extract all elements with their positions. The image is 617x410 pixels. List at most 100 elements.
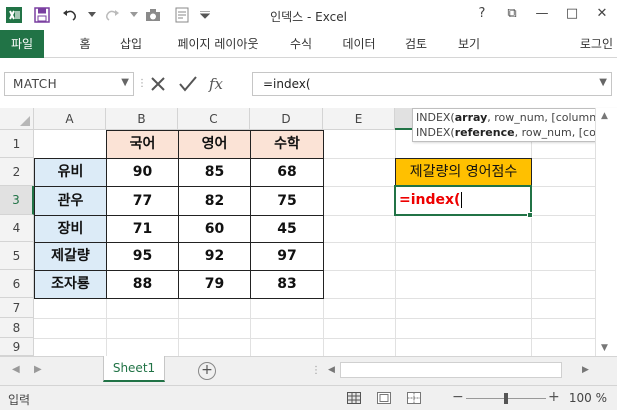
row-header-2[interactable]: 2 xyxy=(0,158,34,186)
column-header-d[interactable]: D xyxy=(250,108,323,130)
chevron-down-icon[interactable]: ▼ xyxy=(121,77,129,88)
row-header-5[interactable]: 5 xyxy=(0,242,34,270)
form-icon[interactable] xyxy=(172,5,192,25)
maximize-button[interactable]: □ xyxy=(557,0,587,26)
tooltip-line-reference[interactable]: INDEX(reference, row_num, [column_num xyxy=(416,125,617,140)
tab-data[interactable]: 데이터 xyxy=(334,30,384,58)
page-break-view-icon[interactable] xyxy=(406,390,422,406)
expand-formula-icon[interactable]: ▼ xyxy=(599,77,607,88)
row-header-3[interactable]: 3 xyxy=(0,186,34,215)
sheet-prev-icon[interactable]: ◀ xyxy=(12,364,20,375)
cell-c4[interactable]: 60 xyxy=(178,215,251,243)
tab-review[interactable]: 검토 xyxy=(396,30,436,58)
tab-page-layout[interactable]: 페이지 레이아웃 xyxy=(164,30,272,58)
cell-a3[interactable]: 관우 xyxy=(34,186,107,216)
zoom-in-button[interactable]: + xyxy=(548,389,560,405)
cell-d2[interactable]: 68 xyxy=(250,158,324,187)
ribbon-display-button[interactable]: ⧉ xyxy=(497,0,527,26)
login-link[interactable]: 로그인 xyxy=(580,30,613,58)
vertical-scrollbar[interactable]: ▲ ▼ xyxy=(595,108,617,356)
cell-d5[interactable]: 97 xyxy=(250,242,324,271)
column-header-b[interactable]: B xyxy=(106,108,178,130)
undo-dropdown-icon[interactable] xyxy=(88,5,96,25)
cell-d3[interactable]: 75 xyxy=(250,186,324,216)
tooltip-arg-array[interactable]: array xyxy=(455,111,488,124)
name-box-value: MATCH xyxy=(13,77,58,91)
cell-c1[interactable]: 영어 xyxy=(178,130,251,159)
edit-cell-text: =index( xyxy=(399,192,461,208)
cell-c2[interactable]: 85 xyxy=(178,158,251,187)
fill-handle[interactable] xyxy=(527,212,533,218)
tooltip-arg-reference[interactable]: reference xyxy=(455,126,515,139)
redo-icon[interactable] xyxy=(102,5,122,25)
vertical-scroll-thumb[interactable] xyxy=(600,122,612,242)
cell-d4[interactable]: 45 xyxy=(250,215,324,243)
zoom-level[interactable]: 100 % xyxy=(569,391,607,405)
ribbon-tabs: 파일 홈 삽입 페이지 레이아웃 수식 데이터 검토 보기 로그인 xyxy=(0,30,617,58)
cell-a6[interactable]: 조자룡 xyxy=(34,270,107,299)
redo-dropdown-icon[interactable] xyxy=(130,5,138,25)
row-header-8[interactable]: 8 xyxy=(0,318,34,338)
cell-c5[interactable]: 92 xyxy=(178,242,251,271)
row-header-9[interactable]: 9 xyxy=(0,338,34,356)
column-header-a[interactable]: A xyxy=(34,108,106,130)
horizontal-scroll-thumb[interactable] xyxy=(340,362,562,378)
cell-d6[interactable]: 83 xyxy=(250,270,324,299)
tab-formulas[interactable]: 수식 xyxy=(281,30,321,58)
tab-view[interactable]: 보기 xyxy=(449,30,489,58)
scroll-up-icon[interactable]: ▲ xyxy=(601,111,608,121)
cell-a2[interactable]: 유비 xyxy=(34,158,107,187)
tab-home[interactable]: 홈 xyxy=(70,30,100,58)
zoom-slider-thumb[interactable] xyxy=(504,393,508,404)
cell-b5[interactable]: 95 xyxy=(106,242,179,271)
cell-a4[interactable]: 장비 xyxy=(34,215,107,243)
tooltip-line-array[interactable]: INDEX(array, row_num, [column_num xyxy=(416,110,617,125)
formula-input[interactable]: =index( ▼ xyxy=(252,72,612,96)
cell-b6[interactable]: 88 xyxy=(106,270,179,299)
cell-f3-editing[interactable]: =index( xyxy=(394,185,532,216)
cell-c3[interactable]: 82 xyxy=(178,186,251,216)
tooltip-fn-name: INDEX( xyxy=(416,111,455,124)
function-icon[interactable]: fx xyxy=(203,72,233,96)
column-header-c[interactable]: C xyxy=(178,108,250,130)
cell-c6[interactable]: 79 xyxy=(178,270,251,299)
help-button[interactable]: ? xyxy=(467,0,497,26)
excel-logo-icon[interactable] xyxy=(4,5,24,25)
undo-icon[interactable] xyxy=(60,5,80,25)
tab-split-handle-icon[interactable]: ⋮ xyxy=(311,365,321,376)
column-header-e[interactable]: E xyxy=(323,108,395,130)
save-icon[interactable] xyxy=(32,5,52,25)
sheet-next-icon[interactable]: ▶ xyxy=(34,364,42,375)
name-box[interactable]: MATCH ▼ xyxy=(4,72,134,96)
sheet-tab-bar: ◀ ▶ Sheet1 + ⋮ ◀ ▶ xyxy=(0,356,617,385)
cell-b3[interactable]: 77 xyxy=(106,186,179,216)
row-header-4[interactable]: 4 xyxy=(0,215,34,242)
tab-insert[interactable]: 삽입 xyxy=(111,30,151,58)
cell-b1[interactable]: 국어 xyxy=(106,130,179,159)
row-header-6[interactable]: 6 xyxy=(0,270,34,298)
cell-d1[interactable]: 수학 xyxy=(250,130,324,159)
zoom-out-button[interactable]: − xyxy=(452,389,464,405)
normal-view-icon[interactable] xyxy=(346,390,362,406)
scroll-right-icon[interactable]: ▶ xyxy=(582,365,589,375)
tab-file[interactable]: 파일 xyxy=(0,30,44,58)
minimize-button[interactable]: — xyxy=(527,0,557,26)
close-button[interactable]: ✕ xyxy=(587,0,617,26)
sheet-tab-sheet1[interactable]: Sheet1 xyxy=(103,356,165,382)
add-sheet-button[interactable]: + xyxy=(198,362,216,380)
scroll-down-icon[interactable]: ▼ xyxy=(601,343,608,353)
worksheet-grid[interactable]: A B C D E F G 1 2 3 4 5 6 7 8 9 국어 영어 수학 xyxy=(0,108,617,356)
page-layout-view-icon[interactable] xyxy=(376,390,392,406)
row-header-1[interactable]: 1 xyxy=(0,130,34,158)
select-all-button[interactable] xyxy=(0,108,34,130)
scroll-left-icon[interactable]: ◀ xyxy=(328,365,335,375)
camera-icon[interactable] xyxy=(144,5,164,25)
cell-b2[interactable]: 90 xyxy=(106,158,179,187)
cell-f2[interactable]: 제갈량의 영어점수 xyxy=(395,158,532,187)
enter-icon[interactable] xyxy=(173,72,203,96)
cancel-icon[interactable] xyxy=(143,72,173,96)
cell-b4[interactable]: 71 xyxy=(106,215,179,243)
customize-toolbar-icon[interactable] xyxy=(200,5,210,25)
cell-a5[interactable]: 제갈량 xyxy=(34,242,107,271)
row-header-7[interactable]: 7 xyxy=(0,298,34,318)
